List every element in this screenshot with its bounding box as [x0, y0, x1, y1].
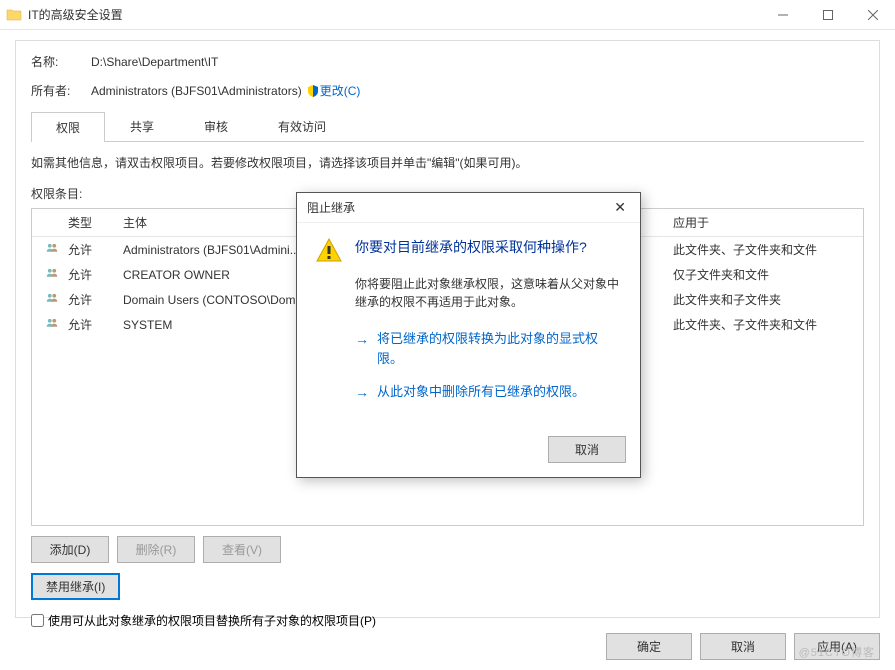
titlebar: IT的高级安全设置	[0, 0, 895, 30]
modal-cancel-button[interactable]: 取消	[548, 436, 626, 463]
modal-option-convert[interactable]: → 将已继承的权限转换为此对象的显式权限。	[355, 329, 622, 368]
users-icon	[46, 268, 58, 282]
modal-close-button[interactable]: ✕	[610, 199, 630, 216]
maximize-button[interactable]	[805, 0, 850, 30]
shield-icon	[306, 84, 320, 98]
header-type[interactable]: 类型	[60, 209, 115, 236]
row-type: 允许	[60, 314, 115, 335]
users-icon	[46, 318, 58, 332]
row-applies: 此文件夹、子文件夹和文件	[665, 239, 863, 260]
folder-icon	[6, 7, 22, 23]
warning-icon	[315, 237, 343, 265]
cancel-button[interactable]: 取消	[700, 633, 786, 660]
dialog-footer: 确定 取消 应用(A)	[606, 633, 880, 660]
users-icon	[46, 243, 58, 257]
name-label: 名称:	[31, 53, 91, 70]
remove-button[interactable]: 删除(R)	[117, 536, 195, 563]
change-owner-link[interactable]: 更改(C)	[320, 82, 361, 99]
tab-effective[interactable]: 有效访问	[253, 111, 351, 141]
row-type: 允许	[60, 264, 115, 285]
arrow-right-icon: →	[355, 384, 369, 400]
close-button[interactable]	[850, 0, 895, 30]
view-button[interactable]: 查看(V)	[203, 536, 281, 563]
row-applies: 仅子文件夹和文件	[665, 264, 863, 285]
replace-child-checkbox[interactable]	[31, 614, 44, 627]
window-controls	[760, 0, 895, 30]
tab-permissions[interactable]: 权限	[31, 112, 105, 142]
tabs: 权限 共享 审核 有效访问	[31, 111, 864, 142]
apply-button[interactable]: 应用(A)	[794, 633, 880, 660]
tab-share[interactable]: 共享	[105, 111, 179, 141]
owner-label: 所有者:	[31, 82, 91, 99]
ok-button[interactable]: 确定	[606, 633, 692, 660]
replace-child-label: 使用可从此对象继承的权限项目替换所有子对象的权限项目(P)	[48, 612, 376, 629]
name-value: D:\Share\Department\IT	[91, 55, 218, 69]
row-type: 允许	[60, 239, 115, 260]
modal-explain: 你将要阻止此对象继承权限，这意味着从父对象中继承的权限不再适用于此对象。	[355, 275, 622, 311]
modal-title: 阻止继承	[307, 199, 355, 216]
modal-option-remove[interactable]: → 从此对象中删除所有已继承的权限。	[355, 382, 622, 402]
add-button[interactable]: 添加(D)	[31, 536, 109, 563]
row-type: 允许	[60, 289, 115, 310]
owner-value: Administrators (BJFS01\Administrators)	[91, 84, 302, 98]
tab-audit[interactable]: 审核	[179, 111, 253, 141]
window-title: IT的高级安全设置	[28, 6, 760, 23]
row-applies: 此文件夹、子文件夹和文件	[665, 314, 863, 335]
disable-inheritance-button[interactable]: 禁用继承(I)	[31, 573, 120, 600]
header-applies[interactable]: 应用于	[665, 209, 863, 236]
instructions-text: 如需其他信息，请双击权限项目。若要修改权限项目，请选择该项目并单击"编辑"(如果…	[31, 154, 864, 171]
block-inheritance-dialog: 阻止继承 ✕ 你要对目前继承的权限采取何种操作? 你将要阻止此对象继承权限，这意…	[296, 192, 641, 478]
arrow-right-icon: →	[355, 331, 369, 347]
minimize-button[interactable]	[760, 0, 805, 30]
modal-question: 你要对目前继承的权限采取何种操作?	[355, 237, 587, 257]
users-icon	[46, 293, 58, 307]
row-applies: 此文件夹和子文件夹	[665, 289, 863, 310]
